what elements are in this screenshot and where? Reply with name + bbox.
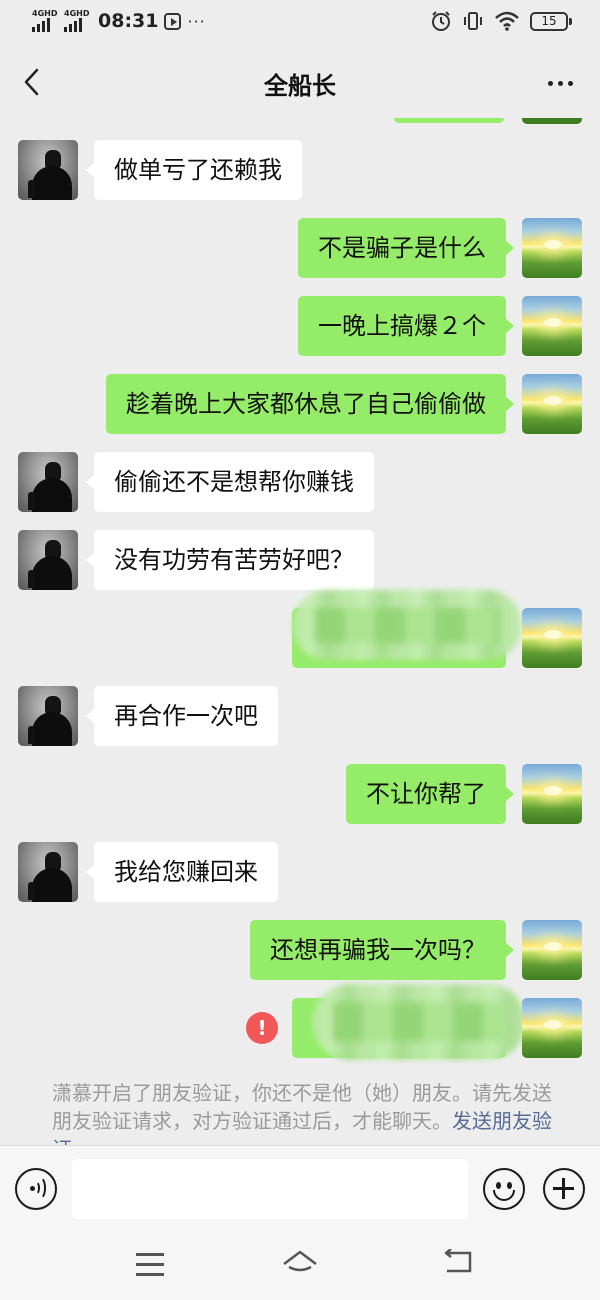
my-avatar[interactable] <box>522 998 582 1058</box>
system-navigation-bar <box>0 1231 600 1300</box>
message-bubble-incoming[interactable]: 我给您赚回来 <box>86 842 278 902</box>
message-bubble-outgoing[interactable]: 不是骗子是什么 <box>298 218 514 278</box>
my-avatar[interactable] <box>522 374 582 434</box>
my-avatar[interactable] <box>522 920 582 980</box>
wifi-icon <box>495 11 519 31</box>
message-bubble-incoming[interactable]: 做单亏了还赖我 <box>86 140 302 200</box>
message-bubble-outgoing[interactable]: 还想再骗我一次吗？ <box>250 920 514 980</box>
my-avatar[interactable] <box>522 764 582 824</box>
more-options-button[interactable] <box>540 68 580 98</box>
media-app-icon <box>164 12 182 30</box>
my-avatar-partial <box>522 118 582 124</box>
more-dot-icon <box>567 80 573 86</box>
send-failed-icon[interactable]: ! <box>246 1012 278 1044</box>
contact-avatar[interactable] <box>18 842 78 902</box>
status-bar: 4GHD 4GHD 08:31 ··· 15 <box>0 0 600 46</box>
contact-avatar[interactable] <box>18 452 78 512</box>
home-button[interactable] <box>281 1249 319 1279</box>
signal-icon-1: 4GHD <box>32 10 58 32</box>
message-bubble-outgoing[interactable]: 一晚上搞爆２个 <box>298 296 514 356</box>
network-type-1: 4GHD <box>32 9 58 18</box>
recent-apps-button[interactable] <box>136 1253 164 1276</box>
emoji-smile-icon <box>493 1190 515 1201</box>
network-type-2: 4GHD <box>64 9 90 18</box>
voice-wave-icon <box>33 1176 46 1200</box>
message-bubble-outgoing[interactable]: 不让你帮了 <box>346 764 514 824</box>
alarm-icon <box>432 11 450 31</box>
friend-verification-notice: 潇慕开启了朋友验证，你还不是他（她）朋友。请先发送朋友验证请求，对方验证通过后，… <box>52 1079 552 1145</box>
message-bubble-outgoing[interactable]: 趁着晚上大家都休息了自己偷偷做 <box>106 374 514 434</box>
battery-icon: 15 <box>530 11 572 31</box>
chat-title: 全船长 <box>264 72 336 100</box>
contact-avatar[interactable] <box>18 140 78 200</box>
signal-icon-2: 4GHD <box>64 10 90 32</box>
chat-header: 全船长 <box>0 46 600 118</box>
message-bubble-incoming[interactable]: 偷偷还不是想帮你赚钱 <box>86 452 374 512</box>
message-bubble-partial <box>394 118 504 123</box>
message-bubble-incoming[interactable]: 再合作一次吧 <box>86 686 278 746</box>
more-functions-button[interactable] <box>543 1168 585 1210</box>
more-notifications-icon: ··· <box>187 11 206 31</box>
voice-input-button[interactable] <box>15 1168 57 1210</box>
chat-input-bar <box>0 1145 600 1231</box>
contact-avatar[interactable] <box>18 686 78 746</box>
my-avatar[interactable] <box>522 296 582 356</box>
emoji-eye-icon <box>507 1182 512 1189</box>
more-dot-icon <box>547 80 553 86</box>
message-input[interactable] <box>72 1159 468 1219</box>
contact-avatar[interactable] <box>18 530 78 590</box>
vibrate-icon <box>464 12 482 30</box>
emoji-eye-icon <box>496 1182 501 1189</box>
emoji-button[interactable] <box>483 1168 525 1210</box>
redaction-blur <box>292 590 522 660</box>
chat-message-list[interactable]: 做单亏了还赖我 不是骗子是什么 一晚上搞爆２个 趁着晚上大家都休息了自己偷偷做 … <box>0 118 600 1145</box>
system-back-button[interactable] <box>442 1249 474 1277</box>
more-dot-icon <box>557 80 563 86</box>
my-avatar[interactable] <box>522 608 582 668</box>
message-bubble-incoming[interactable]: 没有功劳有苦劳好吧？ <box>86 530 374 590</box>
my-avatar[interactable] <box>522 218 582 278</box>
redaction-blur <box>312 984 526 1060</box>
status-time: 08:31 <box>98 10 159 32</box>
